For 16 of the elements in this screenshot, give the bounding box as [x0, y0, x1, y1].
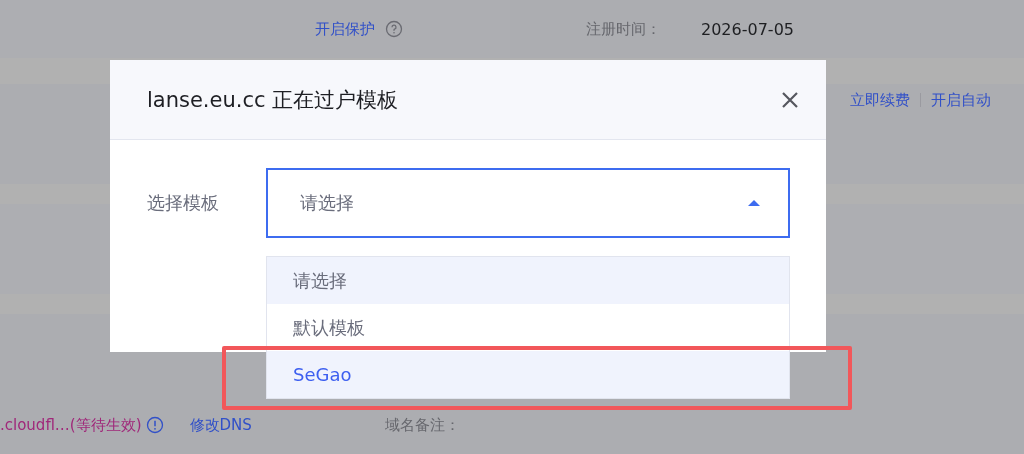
register-label: 注册时间：: [586, 19, 661, 39]
dropdown-option[interactable]: SeGao: [267, 351, 789, 398]
register-date: 2026-07-05: [701, 19, 794, 39]
renew-link[interactable]: 立即续费: [850, 90, 910, 110]
note-label: 域名备注：: [385, 415, 460, 435]
dns-status: .cloudfl…(等待生效): [0, 415, 142, 435]
info-icon: [145, 416, 164, 434]
edit-dns-link[interactable]: 修改DNS: [189, 415, 252, 435]
help-icon: [385, 20, 403, 38]
caret-icon: [748, 199, 760, 207]
field-label: 选择模板: [147, 191, 220, 215]
dropdown-option[interactable]: 请选择: [267, 257, 789, 304]
protect-link[interactable]: 开启保护: [315, 19, 375, 39]
auto-renew-link[interactable]: 开启自动: [931, 90, 991, 110]
template-select[interactable]: 请选择: [266, 168, 790, 238]
dialog-title: lanse.eu.cc 正在过户模板: [147, 86, 399, 114]
